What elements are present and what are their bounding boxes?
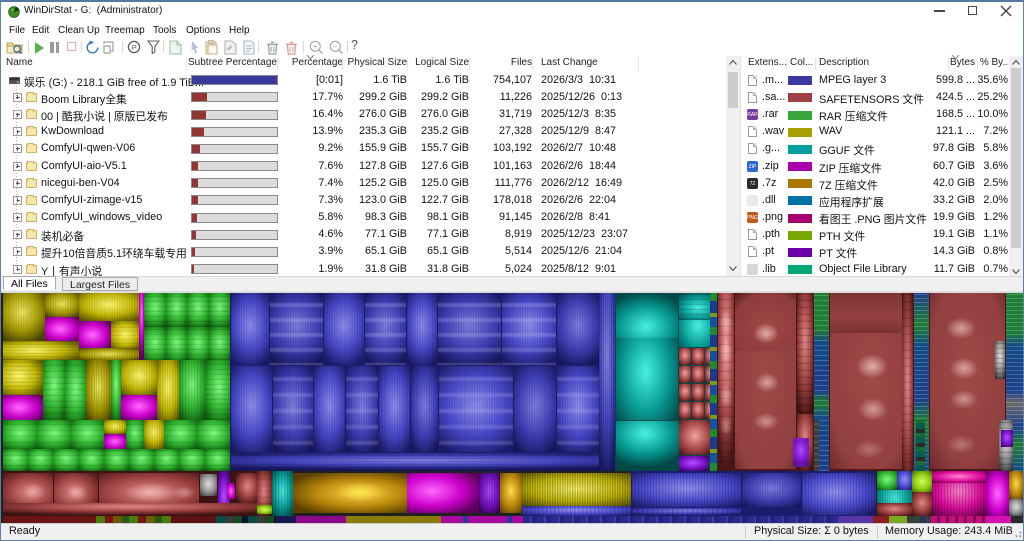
svg-text:−: − bbox=[333, 41, 338, 51]
svg-text:+: + bbox=[313, 41, 318, 51]
svg-text:P: P bbox=[132, 43, 137, 52]
